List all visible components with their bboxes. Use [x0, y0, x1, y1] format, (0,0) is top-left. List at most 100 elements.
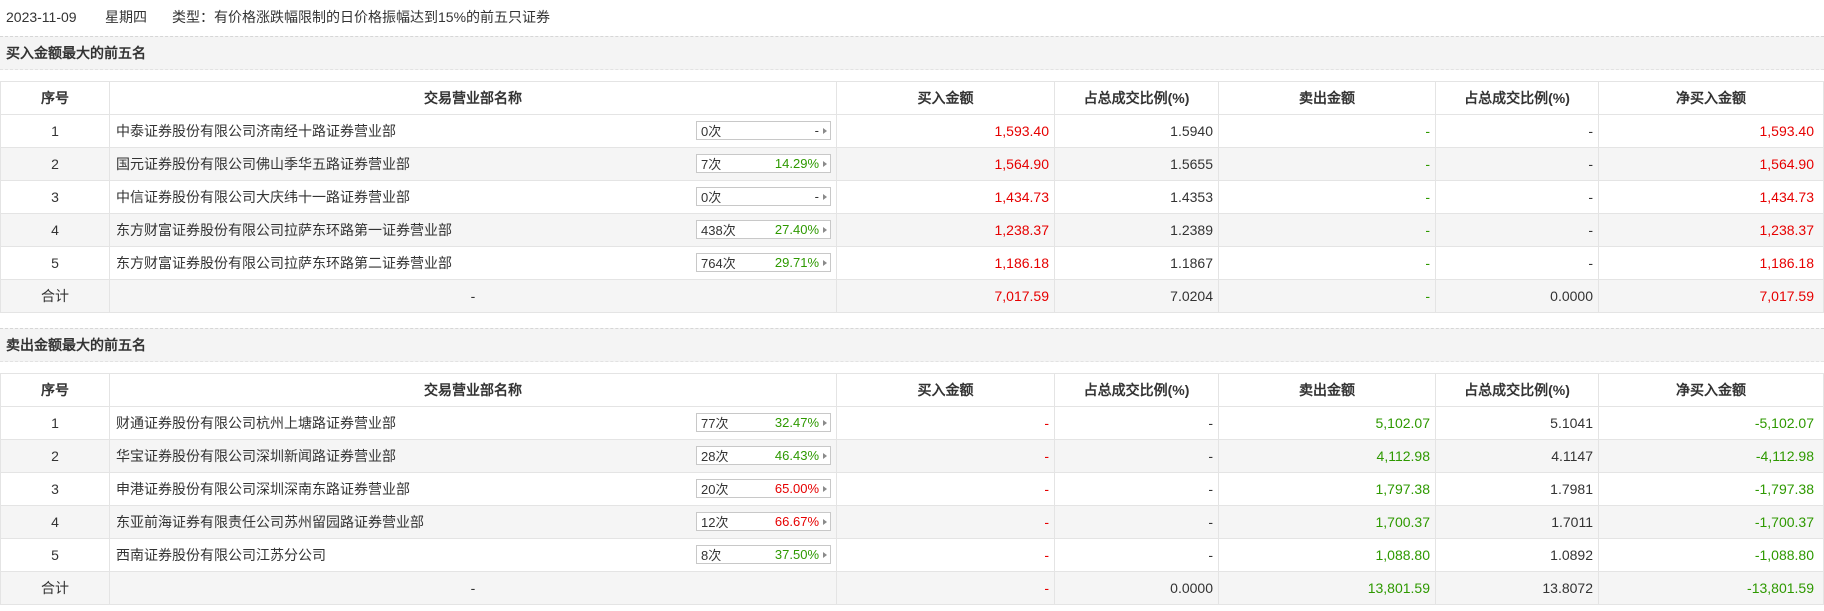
buy-amount-cell: 1,593.40: [837, 115, 1055, 147]
badge-count: 12次: [701, 515, 729, 530]
branch-name-link[interactable]: 华宝证券股份有限公司深圳新闻路证券营业部: [116, 446, 396, 466]
branch-name-link[interactable]: 申港证券股份有限公司深圳深南东路证券营业部: [116, 479, 410, 499]
branch-stats-badge[interactable]: 764次 29.71%: [696, 253, 831, 272]
branch-cell: 中信证券股份有限公司大庆纬十一路证券营业部 0次 -: [110, 181, 837, 213]
buy-ratio-cell: 1.4353: [1055, 181, 1219, 213]
branch-stats-badge[interactable]: 7次 14.29%: [696, 154, 831, 173]
branch-name-link[interactable]: 东方财富证券股份有限公司拉萨东环路第二证券营业部: [116, 253, 452, 273]
branch-cell: 国元证券股份有限公司佛山季华五路证券营业部 7次 14.29%: [110, 148, 837, 180]
caret-right-icon: [823, 127, 827, 134]
branch-stats-badge[interactable]: 12次 66.67%: [696, 512, 831, 531]
caret-right-icon: [823, 259, 827, 266]
buy-ratio-cell: -: [1055, 473, 1219, 505]
total-branch-cell: -: [110, 572, 837, 604]
buy-amount-cell: 1,434.73: [837, 181, 1055, 213]
buy-amount-cell: -: [837, 572, 1055, 604]
column-header-seq: 序号: [0, 374, 110, 406]
branch-name-link[interactable]: 中信证券股份有限公司大庆纬十一路证券营业部: [116, 187, 410, 207]
sell-amount-cell: -: [1219, 247, 1436, 279]
branch-name-link[interactable]: 国元证券股份有限公司佛山季华五路证券营业部: [116, 154, 410, 174]
net-buy-cell: -13,801.59: [1599, 572, 1824, 604]
branch-name-link[interactable]: 东方财富证券股份有限公司拉萨东环路第一证券营业部: [116, 220, 452, 240]
total-branch-cell: -: [110, 280, 837, 312]
net-buy-cell: 7,017.59: [1599, 280, 1824, 312]
buy-amount-cell: -: [837, 506, 1055, 538]
branch-stats-badge[interactable]: 77次 32.47%: [696, 413, 831, 432]
sell-amount-cell: 1,700.37: [1219, 506, 1436, 538]
branch-stats-badge[interactable]: 0次 -: [696, 121, 831, 140]
sell-amount-cell: -: [1219, 280, 1436, 312]
sell-ratio-cell: 1.7981: [1436, 473, 1599, 505]
table-row: 1 财通证券股份有限公司杭州上塘路证券营业部 77次 32.47% - - 5,…: [0, 407, 1824, 440]
branch-cell: 东方财富证券股份有限公司拉萨东环路第一证券营业部 438次 27.40%: [110, 214, 837, 246]
column-header-sell-ratio: 占总成交比例(%): [1436, 374, 1599, 406]
badge-count: 438次: [701, 223, 736, 238]
caret-right-icon: [823, 452, 827, 459]
branch-stats-badge[interactable]: 0次 -: [696, 187, 831, 206]
weekday: 星期四: [105, 9, 147, 25]
column-header-buy-amount: 买入金额: [837, 374, 1055, 406]
caret-right-icon: [823, 160, 827, 167]
column-header-sell-amount: 卖出金额: [1219, 82, 1436, 114]
branch-cell: 财通证券股份有限公司杭州上塘路证券营业部 77次 32.47%: [110, 407, 837, 439]
table-total-row: 合计 - 7,017.59 7.0204 - 0.0000 7,017.59: [0, 280, 1824, 313]
table-row: 3 中信证券股份有限公司大庆纬十一路证券营业部 0次 - 1,434.73 1.…: [0, 181, 1824, 214]
badge-count: 77次: [701, 416, 729, 431]
buy-ratio-cell: 1.5940: [1055, 115, 1219, 147]
branch-name-link[interactable]: 西南证券股份有限公司江苏分公司: [116, 545, 326, 565]
buy-top5-section-title: 买入金额最大的前五名: [0, 36, 1824, 70]
badge-count: 8次: [701, 548, 722, 563]
buy-ratio-cell: 0.0000: [1055, 572, 1219, 604]
buy-amount-cell: 7,017.59: [837, 280, 1055, 312]
caret-right-icon: [823, 551, 827, 558]
branch-cell: 西南证券股份有限公司江苏分公司 8次 37.50%: [110, 539, 837, 571]
list-type: 类型：有价格涨跌幅限制的日价格振幅达到15%的前五只证券: [172, 9, 551, 25]
table-row: 1 中泰证券股份有限公司济南经十路证券营业部 0次 - 1,593.40 1.5…: [0, 115, 1824, 148]
sell-amount-cell: 4,112.98: [1219, 440, 1436, 472]
table-row: 2 国元证券股份有限公司佛山季华五路证券营业部 7次 14.29% 1,564.…: [0, 148, 1824, 181]
column-header-buy-ratio: 占总成交比例(%): [1055, 374, 1219, 406]
buy-ratio-cell: -: [1055, 539, 1219, 571]
sell-amount-cell: 1,797.38: [1219, 473, 1436, 505]
net-buy-cell: -1,088.80: [1599, 539, 1824, 571]
total-label: 合计: [0, 572, 110, 604]
sell-amount-cell: 5,102.07: [1219, 407, 1436, 439]
branch-name-link[interactable]: 东亚前海证券有限责任公司苏州留园路证券营业部: [116, 512, 424, 532]
seq-cell: 3: [0, 181, 110, 213]
badge-percent: 37.50%: [774, 547, 819, 562]
caret-right-icon: [823, 518, 827, 525]
badge-count: 7次: [701, 157, 722, 172]
badge-percent: 65.00%: [774, 481, 819, 496]
badge-percent: -: [814, 123, 819, 138]
sell-ratio-cell: -: [1436, 247, 1599, 279]
caret-right-icon: [823, 193, 827, 200]
branch-stats-badge[interactable]: 8次 37.50%: [696, 545, 831, 564]
sell-ratio-cell: 4.1147: [1436, 440, 1599, 472]
column-header-seq: 序号: [0, 82, 110, 114]
badge-count: 0次: [701, 190, 722, 205]
branch-name-link[interactable]: 财通证券股份有限公司杭州上塘路证券营业部: [116, 413, 396, 433]
branch-cell: 东方财富证券股份有限公司拉萨东环路第二证券营业部 764次 29.71%: [110, 247, 837, 279]
table-row: 5 西南证券股份有限公司江苏分公司 8次 37.50% - - 1,088.80…: [0, 539, 1824, 572]
buy-amount-cell: -: [837, 539, 1055, 571]
branch-stats-badge[interactable]: 20次 65.00%: [696, 479, 831, 498]
column-header-sell-amount: 卖出金额: [1219, 374, 1436, 406]
badge-percent: 14.29%: [774, 156, 819, 171]
seq-cell: 3: [0, 473, 110, 505]
buy-amount-cell: -: [837, 407, 1055, 439]
branch-name-link[interactable]: 中泰证券股份有限公司济南经十路证券营业部: [116, 121, 396, 141]
net-buy-cell: -1,797.38: [1599, 473, 1824, 505]
seq-cell: 4: [0, 506, 110, 538]
buy-ratio-cell: -: [1055, 506, 1219, 538]
sell-amount-cell: -: [1219, 148, 1436, 180]
seq-cell: 1: [0, 115, 110, 147]
sell-ratio-cell: -: [1436, 214, 1599, 246]
sell-ratio-cell: 13.8072: [1436, 572, 1599, 604]
table-header-row: 序号 交易营业部名称 买入金额 占总成交比例(%) 卖出金额 占总成交比例(%)…: [0, 82, 1824, 115]
badge-count: 20次: [701, 482, 729, 497]
branch-stats-badge[interactable]: 28次 46.43%: [696, 446, 831, 465]
sell-ratio-cell: -: [1436, 115, 1599, 147]
branch-stats-badge[interactable]: 438次 27.40%: [696, 220, 831, 239]
table-row: 5 东方财富证券股份有限公司拉萨东环路第二证券营业部 764次 29.71% 1…: [0, 247, 1824, 280]
sell-amount-cell: -: [1219, 181, 1436, 213]
